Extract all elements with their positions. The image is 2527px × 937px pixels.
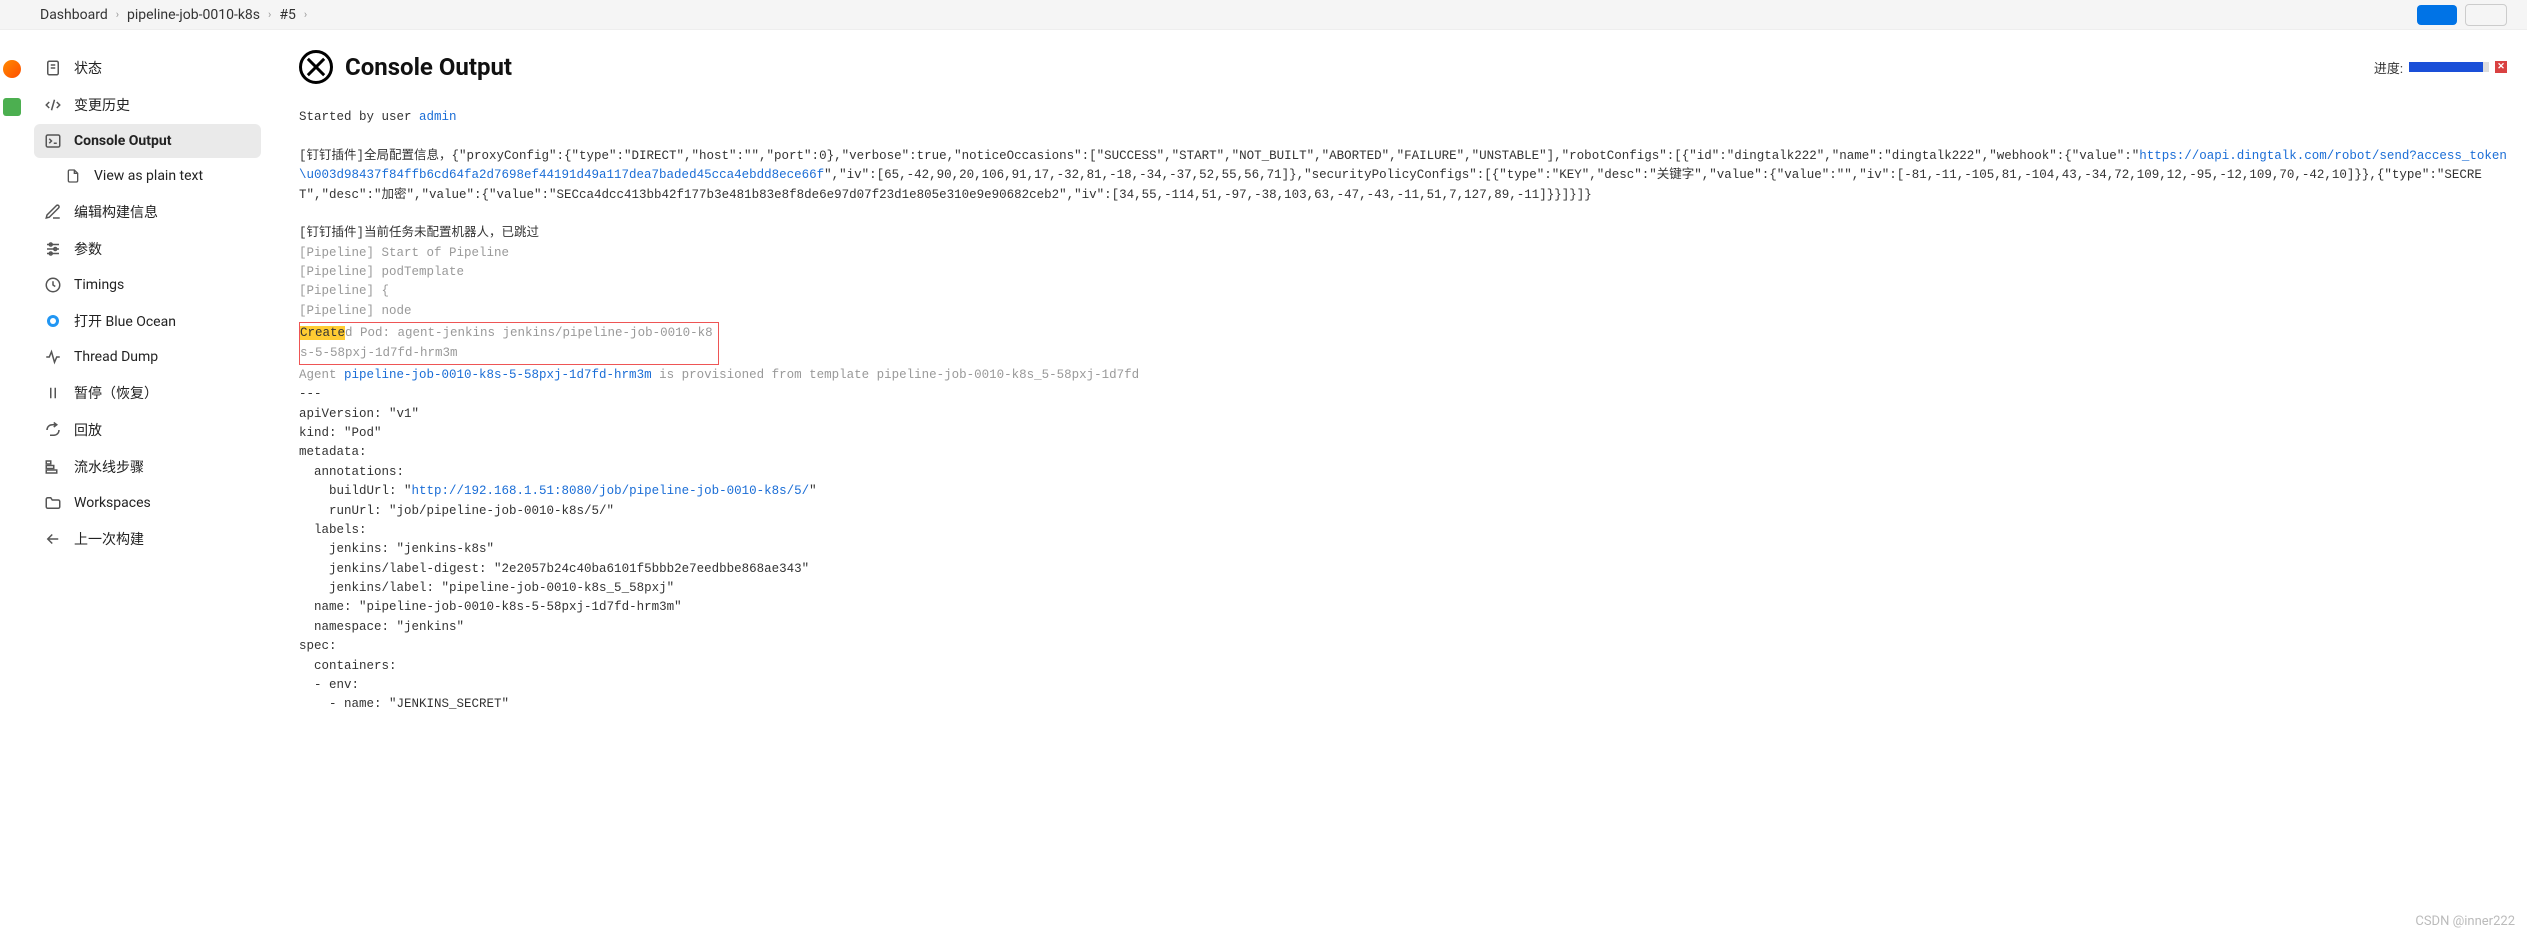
console-line: [钉钉插件]当前任务未配置机器人，已跳过: [299, 226, 539, 240]
sidebar-item-label: 上一次构建: [74, 529, 144, 549]
sidebar-item-label: 回放: [74, 420, 102, 440]
agent-link[interactable]: pipeline-job-0010-k8s-5-58pxj-1d7fd-hrm3…: [344, 368, 652, 382]
sidebar-item-label: Workspaces: [74, 495, 151, 511]
sidebar-item-label: Timings: [74, 277, 124, 293]
progress-bar: [2409, 62, 2489, 72]
console-line: jenkins/label-digest: "2e2057b24c40ba610…: [299, 562, 809, 576]
sidebar-item-parameters[interactable]: 参数: [34, 231, 261, 267]
topbar: Dashboard › pipeline-job-0010-k8s › #5 ›: [0, 0, 2527, 30]
console-line: [Pipeline] Start of Pipeline: [299, 246, 509, 260]
console-line: [Pipeline] node: [299, 304, 412, 318]
left-strip: [0, 30, 24, 937]
topbar-actions: [2417, 4, 2507, 26]
file-icon: [44, 59, 62, 77]
activity-icon: [44, 348, 62, 366]
primary-button[interactable]: [2417, 5, 2457, 25]
steps-icon: [44, 458, 62, 476]
console-line: kind: "Pod": [299, 426, 382, 440]
console-line: jenkins/label: "pipeline-job-0010-k8s_5_…: [299, 581, 674, 595]
sidebar-item-changes[interactable]: 变更历史: [34, 87, 261, 123]
sidebar-item-label: 变更历史: [74, 95, 130, 115]
sliders-icon: [44, 240, 62, 258]
secondary-button[interactable]: [2465, 4, 2507, 26]
console-line: Started by user: [299, 110, 419, 124]
highlight-text: Create: [300, 326, 345, 340]
console-line: [Pipeline] {: [299, 284, 389, 298]
sidebar-item-edit-build-info[interactable]: 编辑构建信息: [34, 194, 261, 230]
build-url-link[interactable]: http://192.168.1.51:8080/job/pipeline-jo…: [412, 484, 810, 498]
breadcrumb-item-job[interactable]: pipeline-job-0010-k8s: [127, 7, 260, 23]
arrow-left-icon: [44, 530, 62, 548]
console-line: - env:: [299, 678, 359, 692]
console-line: spec:: [299, 639, 337, 653]
sidebar-item-view-plain-text[interactable]: View as plain text: [34, 159, 261, 193]
progress-indicator: 进度: ✕: [2374, 58, 2507, 77]
console-line: [钉钉插件]全局配置信息，{"proxyConfig":{"type":"DIR…: [299, 149, 2139, 163]
console-line: Agent: [299, 368, 344, 382]
breadcrumb-item-dashboard[interactable]: Dashboard: [40, 7, 108, 23]
console-line: [Pipeline] podTemplate: [299, 265, 464, 279]
prohibit-icon: [299, 50, 333, 84]
breadcrumb: Dashboard › pipeline-job-0010-k8s › #5 ›: [40, 7, 307, 23]
watermark: CSDN @inner222: [2415, 914, 2515, 929]
sidebar-item-thread-dump[interactable]: Thread Dump: [34, 340, 261, 374]
console-line: d Pod: agent-jenkins jenkins/pipeline-jo…: [300, 326, 713, 359]
sidebar-item-status[interactable]: 状态: [34, 50, 261, 86]
sidebar-item-previous-build[interactable]: 上一次构建: [34, 521, 261, 557]
console-line: metadata:: [299, 445, 367, 459]
sidebar-item-workspaces[interactable]: Workspaces: [34, 486, 261, 520]
sidebar-item-pipeline-steps[interactable]: 流水线步骤: [34, 449, 261, 485]
sidebar-item-label: 状态: [74, 58, 102, 78]
highlighted-box: Created Pod: agent-jenkins jenkins/pipel…: [299, 322, 719, 365]
sidebar-item-label: 参数: [74, 239, 102, 259]
edit-icon: [44, 203, 62, 221]
sidebar-item-label: 打开 Blue Ocean: [74, 311, 176, 331]
chevron-right-icon: ›: [116, 8, 119, 21]
console-line: namespace: "jenkins": [299, 620, 464, 634]
wechat-icon[interactable]: [3, 98, 21, 116]
sidebar-item-label: Console Output: [74, 133, 171, 149]
cancel-build-icon[interactable]: ✕: [2495, 61, 2507, 73]
blueocean-icon: [44, 312, 62, 330]
sidebar-item-replay[interactable]: 回放: [34, 412, 261, 448]
code-icon: [44, 96, 62, 114]
breadcrumb-item-build[interactable]: #5: [279, 7, 296, 23]
console-line: jenkins: "jenkins-k8s": [299, 542, 494, 556]
sidebar-item-label: 编辑构建信息: [74, 202, 158, 222]
main-content: Console Output 进度: ✕ Started by user adm…: [269, 30, 2527, 937]
terminal-icon: [44, 132, 62, 150]
doc-icon: [64, 167, 82, 185]
console-line: - name: "JENKINS_SECRET": [299, 697, 509, 711]
clock-icon: [44, 276, 62, 294]
console-line: containers:: [299, 659, 397, 673]
chevron-right-icon: ›: [304, 8, 307, 21]
sidebar-item-label: Thread Dump: [74, 349, 158, 365]
page-title: Console Output: [345, 53, 512, 81]
pause-icon: [44, 384, 62, 402]
share-icon: [44, 421, 62, 439]
sidebar-item-timings[interactable]: Timings: [34, 268, 261, 302]
folder-icon: [44, 494, 62, 512]
console-line: ---: [299, 387, 322, 401]
console-line: ": [809, 484, 817, 498]
console-line: buildUrl: ": [299, 484, 412, 498]
console-line: apiVersion: "v1": [299, 407, 419, 421]
weibo-icon[interactable]: [3, 60, 21, 78]
sidebar-item-pause-resume[interactable]: 暂停（恢复）: [34, 375, 261, 411]
console-line: labels:: [299, 523, 367, 537]
console-output: Started by user admin [钉钉插件]全局配置信息，{"pro…: [299, 108, 2507, 715]
chevron-right-icon: ›: [268, 8, 271, 21]
console-line: is provisioned from template pipeline-jo…: [652, 368, 1140, 382]
progress-label: 进度:: [2374, 58, 2403, 77]
sidebar-item-blue-ocean[interactable]: 打开 Blue Ocean: [34, 303, 261, 339]
sidebar-item-label: 暂停（恢复）: [74, 383, 158, 403]
user-link[interactable]: admin: [419, 110, 457, 124]
sidebar-item-console-output[interactable]: Console Output: [34, 124, 261, 158]
console-line: name: "pipeline-job-0010-k8s-5-58pxj-1d7…: [299, 600, 682, 614]
console-line: annotations:: [299, 465, 404, 479]
sidebar-item-label: 流水线步骤: [74, 457, 144, 477]
console-line: runUrl: "job/pipeline-job-0010-k8s/5/": [299, 504, 614, 518]
sidebar-item-label: View as plain text: [94, 168, 203, 184]
sidebar: 状态 变更历史 Console Output View as plain tex…: [24, 30, 269, 937]
